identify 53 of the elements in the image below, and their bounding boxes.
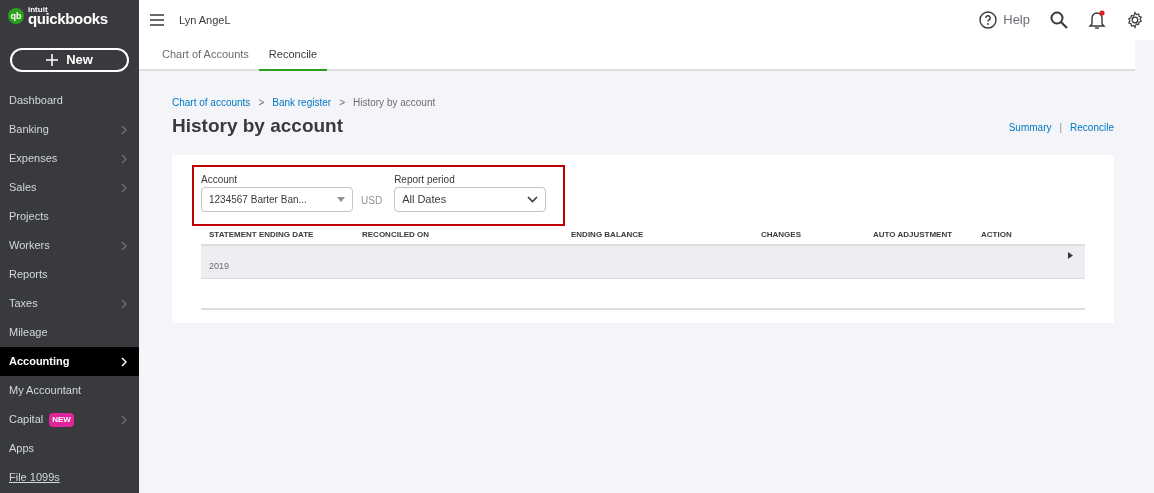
column-header: STATEMENT ENDING DATE [208, 228, 315, 241]
new-button[interactable]: New [10, 48, 129, 72]
help-button[interactable]: Help [979, 10, 1030, 30]
sidebar-item[interactable]: Projects [0, 202, 139, 231]
settings-icon[interactable] [1126, 11, 1144, 29]
sidebar-item[interactable]: Banking [0, 115, 139, 144]
sidebar-item[interactable]: File 1099s [0, 463, 139, 492]
logo-vendor: intuit [28, 6, 49, 14]
sidebar-item[interactable]: Workers [0, 231, 139, 260]
company-name: Lyn AngeL [179, 12, 231, 28]
breadcrumb-separator: > [339, 96, 345, 110]
breadcrumb-separator: > [258, 96, 265, 110]
expand-arrow-icon [1068, 251, 1073, 259]
tab[interactable]: Reconcile [258, 40, 328, 71]
page-title: History by account [172, 114, 344, 138]
search-icon[interactable] [1050, 11, 1068, 29]
group-row[interactable]: 2019 [201, 245, 1085, 279]
column-header: RECONCILED ON [361, 228, 431, 241]
bell-icon[interactable] [1088, 10, 1106, 30]
currency-label: USD [361, 193, 383, 208]
sidebar-item[interactable]: Capital NEW [0, 405, 139, 434]
menu-icon[interactable] [150, 14, 164, 26]
caret-icon [337, 196, 345, 202]
link-separator: | [1059, 120, 1063, 135]
period-dropdown[interactable]: All Dates [394, 186, 547, 212]
breadcrumb-current: History by account [353, 96, 436, 110]
logo-wordmark: quickbooks [28, 11, 108, 26]
help-icon [979, 11, 998, 29]
sidebar-item[interactable]: Taxes [0, 289, 139, 318]
plus-icon [46, 54, 59, 66]
new-badge: NEW [49, 412, 74, 427]
tab[interactable]: Chart of Accounts [152, 40, 259, 71]
period-label: Report period [394, 172, 456, 187]
chevron-down-icon [527, 195, 539, 203]
logo-mark: qb [8, 8, 24, 24]
sidebar-item[interactable]: Expenses [0, 144, 139, 173]
column-header: CHANGES [760, 228, 802, 241]
page-link[interactable]: Summary [1008, 119, 1052, 135]
column-header: ENDING BALANCE [570, 228, 645, 241]
account-dropdown[interactable]: 1234567 Barter Ban... [201, 186, 353, 212]
sidebar-item[interactable]: Accounting [0, 347, 139, 376]
column-header: ACTION [980, 228, 1013, 241]
sidebar-item[interactable]: Sales [0, 173, 139, 202]
sidebar-item[interactable]: My Accountant [0, 376, 139, 405]
sidebar-item[interactable]: Reports [0, 260, 139, 289]
sidebar-item[interactable]: Dashboard [0, 86, 139, 115]
account-label: Account [201, 172, 239, 187]
page-link[interactable]: Reconcile [1070, 119, 1114, 135]
breadcrumb-link[interactable]: Chart of accounts [172, 95, 251, 110]
sidebar-item[interactable]: Apps [0, 434, 139, 463]
sidebar-item[interactable]: Mileage [0, 318, 139, 347]
breadcrumb-link[interactable]: Bank register [272, 95, 332, 110]
column-header: AUTO ADJUSTMENT [872, 228, 954, 241]
